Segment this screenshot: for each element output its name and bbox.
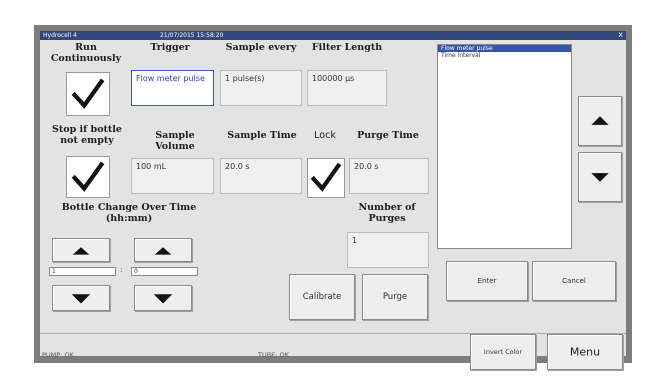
check-icon [310, 162, 342, 192]
label-filter-length: Filter Length [311, 42, 383, 53]
label-purge-time: Purge Time [357, 130, 419, 141]
enter-button[interactable]: Enter [446, 261, 528, 301]
calibrate-button[interactable]: Calibrate [289, 274, 355, 320]
close-icon[interactable]: x [618, 30, 623, 39]
label-bottle-change: Bottle Change Over Time (hh:mm) [61, 202, 197, 224]
list-item[interactable]: Flow meter pulse [438, 45, 571, 52]
menu-label: Menu [569, 345, 601, 359]
enter-label: Enter [477, 277, 497, 285]
minutes-input[interactable]: 0 [131, 267, 198, 276]
time-separator: : [120, 266, 123, 274]
invert-color-button[interactable]: Invert Color [470, 334, 536, 370]
stop-if-bottle-checkbox[interactable] [66, 156, 110, 198]
label-sample-time: Sample Time [227, 130, 297, 141]
purge-label: Purge [382, 292, 408, 302]
app-title: Hydrocell 4 [43, 32, 77, 39]
check-icon [71, 78, 105, 109]
trigger-field[interactable]: Flow meter pulse [131, 70, 214, 106]
hours-up-button[interactable] [52, 238, 110, 262]
label-sample-volume: Sample Volume [155, 130, 195, 152]
purge-time-field[interactable]: 20.0 s [349, 158, 429, 194]
sample-volume-field[interactable]: 100 mL [131, 158, 214, 194]
label-run-continuously: Run Continuously [50, 42, 122, 64]
hours-input[interactable]: 1 [49, 267, 116, 276]
status-divider [40, 333, 626, 334]
number-of-purges-field[interactable]: 1 [347, 232, 429, 268]
label-stop-if-bottle: Stop if bottle not empty [52, 124, 122, 146]
triangle-down-icon [71, 294, 91, 304]
sample-every-field[interactable]: 1 pulse(s) [220, 70, 302, 106]
minutes-down-button[interactable] [134, 285, 192, 311]
purge-button[interactable]: Purge [362, 274, 428, 320]
menu-button[interactable]: Menu [547, 334, 623, 370]
calibrate-label: Calibrate [302, 292, 342, 302]
triangle-up-icon [154, 247, 172, 255]
invert-color-label: Invert Color [483, 348, 523, 356]
lock-checkbox[interactable] [307, 158, 345, 198]
list-item[interactable]: Time interval [438, 52, 571, 59]
filter-length-field[interactable]: 100000 µs [307, 70, 387, 106]
label-lock: Lock [314, 130, 336, 141]
label-trigger: Trigger [150, 42, 190, 53]
scroll-up-button[interactable] [578, 96, 622, 146]
triangle-up-icon [591, 116, 609, 125]
minutes-up-button[interactable] [134, 238, 192, 262]
trigger-listbox[interactable]: Flow meter pulse Time interval [437, 44, 572, 249]
scroll-down-button[interactable] [578, 152, 622, 202]
datetime: 21/07/2015 15:58:20 [160, 32, 224, 39]
check-icon [71, 161, 105, 192]
triangle-down-icon [153, 294, 173, 304]
run-continuously-checkbox[interactable] [66, 72, 110, 116]
cancel-button[interactable]: Cancel [532, 261, 616, 301]
hours-down-button[interactable] [52, 285, 110, 311]
title-bar: Hydrocell 4 21/07/2015 15:58:20 x [40, 30, 626, 40]
label-number-of-purges: Number of Purges [358, 202, 416, 224]
sample-time-field[interactable]: 20.0 s [220, 158, 302, 194]
triangle-up-icon [72, 247, 90, 255]
pump-status: PUMP: OK [42, 351, 74, 359]
label-sample-every: Sample every [225, 42, 297, 53]
triangle-down-icon [591, 173, 609, 182]
tube-status: TUBE: OK [258, 351, 289, 359]
cancel-label: Cancel [562, 277, 586, 285]
